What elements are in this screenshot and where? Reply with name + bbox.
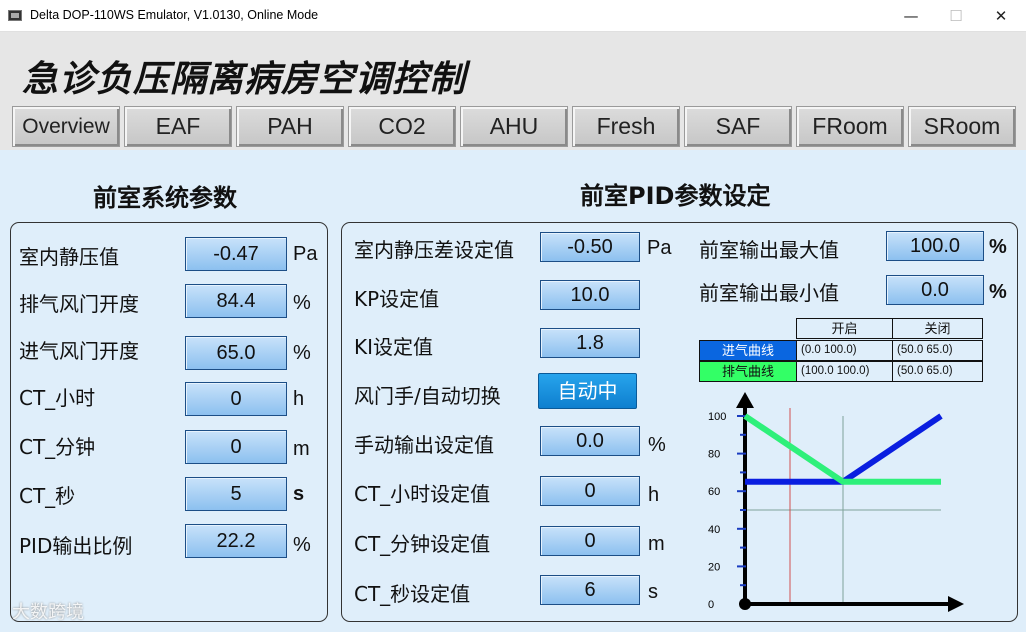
pid-output-unit: % (293, 534, 311, 556)
exhaust-curve-close: (50.0 65.0) (892, 361, 983, 382)
kp-setpoint-label: KP设定值 (354, 287, 440, 311)
ki-setpoint-label: KI设定值 (354, 335, 434, 359)
ct-minute-setpoint-input[interactable]: 0 (540, 526, 640, 556)
pressure-setpoint-label: 室内静压差设定值 (354, 238, 514, 262)
chart-origin-dot (739, 598, 751, 610)
static-pressure-label: 室内静压值 (19, 245, 119, 269)
ct-hour-setpoint-input[interactable]: 0 (540, 476, 640, 506)
ki-setpoint-input[interactable]: 1.8 (540, 328, 640, 358)
manual-output-label: 手动输出设定值 (354, 433, 494, 457)
intake-damper-label: 进气风门开度 (19, 339, 139, 363)
window-titlebar: Delta DOP-110WS Emulator, V1.0130, Onlin… (0, 0, 1026, 32)
intake-curve-label: 进气曲线 (699, 340, 797, 361)
chart-y-tick-label: 60 (708, 486, 720, 498)
ct-minute-setpoint-label: CT_分钟设定值 (354, 532, 491, 556)
intake-curve-open: (0.0 100.0) (796, 340, 893, 361)
ct-second-setpoint-input[interactable]: 6 (540, 575, 640, 605)
chart-y-tick-label: 40 (708, 524, 720, 536)
left-section-title: 前室系统参数 (93, 184, 237, 212)
exhaust-damper-value: 84.4 (185, 284, 287, 318)
ct-minute-value: 0 (185, 430, 287, 464)
chart-y-tick-label: 0 (708, 599, 714, 611)
output-min-input[interactable]: 0.0 (886, 275, 984, 305)
output-min-unit: % (989, 281, 1007, 303)
curve-table-close-header: 关闭 (892, 318, 983, 339)
damper-mode-label: 风门手/自动切换 (354, 384, 501, 408)
minimize-button[interactable]: — (896, 4, 926, 28)
kp-setpoint-input[interactable]: 10.0 (540, 280, 640, 310)
maximize-button[interactable]: ☐ (941, 4, 971, 28)
exhaust-damper-unit: % (293, 292, 311, 314)
pid-output-value: 22.2 (185, 524, 287, 558)
ct-second-setpoint-label: CT_秒设定值 (354, 582, 471, 606)
ct-minute-label: CT_分钟 (19, 435, 96, 459)
tab-co2[interactable]: CO2 (348, 106, 456, 147)
intake-damper-value: 65.0 (185, 336, 287, 370)
output-max-unit: % (989, 236, 1007, 258)
tab-overview[interactable]: Overview (12, 106, 120, 147)
chart-y-axis-arrow (736, 392, 754, 408)
chart-y-tick-label: 20 (708, 561, 720, 573)
damper-curve-chart: 0 20 40 60 80 100 (708, 392, 964, 612)
page-title: 急诊负压隔离病房空调控制 (22, 59, 467, 100)
static-pressure-unit: Pa (293, 243, 318, 265)
intake-curve-close: (50.0 65.0) (892, 340, 983, 361)
ct-second-label: CT_秒 (19, 484, 76, 508)
chart-y-tick-label: 80 (708, 449, 720, 461)
exhaust-damper-label: 排气风门开度 (19, 292, 139, 316)
ct-hour-unit: h (293, 388, 305, 410)
ct-minute-setpoint-unit: m (648, 533, 665, 555)
pressure-setpoint-unit: Pa (647, 237, 672, 259)
tab-sroom[interactable]: SRoom (908, 106, 1016, 147)
ct-minute-unit: m (293, 438, 310, 460)
tab-saf[interactable]: SAF (684, 106, 792, 147)
tab-froom[interactable]: FRoom (796, 106, 904, 147)
ct-hour-setpoint-label: CT_小时设定值 (354, 482, 491, 506)
pressure-setpoint-input[interactable]: -0.50 (540, 232, 640, 262)
static-pressure-value: -0.47 (185, 237, 287, 271)
tab-fresh[interactable]: Fresh (572, 106, 680, 147)
manual-output-unit: % (648, 434, 666, 456)
window-title: Delta DOP-110WS Emulator, V1.0130, Onlin… (30, 8, 319, 22)
chart-y-tick-label: 100 (708, 411, 726, 423)
ct-hour-setpoint-unit: h (648, 484, 660, 506)
exhaust-curve-open: (100.0 100.0) (796, 361, 893, 382)
output-min-label: 前室输出最小值 (699, 281, 839, 305)
output-max-input[interactable]: 100.0 (886, 231, 984, 261)
ct-second-setpoint-unit: s (648, 581, 658, 603)
watermark: 大数跨境 (12, 602, 84, 623)
ct-second-unit: s (293, 483, 305, 505)
tab-eaf[interactable]: EAF (124, 106, 232, 147)
left-panel (10, 222, 328, 622)
hmi-header: 急诊负压隔离病房空调控制 Overview EAF PAH CO2 AHU Fr… (0, 32, 1026, 150)
right-section-title: 前室PID参数设定 (580, 182, 771, 210)
ct-second-value: 5 (185, 477, 287, 511)
auto-mode-toggle-button[interactable]: 自动中 (538, 373, 637, 409)
ct-hour-value: 0 (185, 382, 287, 416)
output-max-label: 前室输出最大值 (699, 238, 839, 262)
app-icon (8, 10, 22, 21)
intake-damper-unit: % (293, 342, 311, 364)
curve-table-open-header: 开启 (796, 318, 893, 339)
tab-ahu[interactable]: AHU (460, 106, 568, 147)
manual-output-input[interactable]: 0.0 (540, 426, 640, 456)
exhaust-curve-label: 排气曲线 (699, 361, 797, 382)
chart-x-axis-arrow (948, 596, 964, 612)
tab-pah[interactable]: PAH (236, 106, 344, 147)
pid-output-label: PID输出比例 (19, 534, 133, 558)
close-button[interactable]: ✕ (986, 4, 1016, 28)
ct-hour-label: CT_小时 (19, 386, 96, 410)
